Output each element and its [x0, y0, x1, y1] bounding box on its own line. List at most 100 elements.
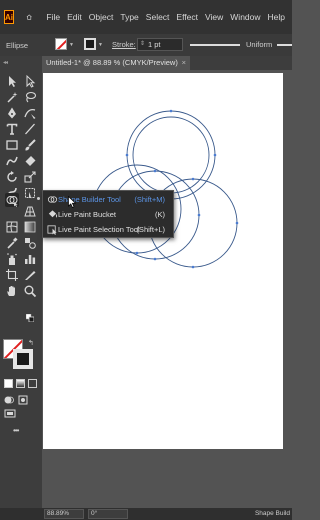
direct-selection-tool-icon[interactable] [23, 74, 37, 88]
perspective-grid-tool-icon[interactable] [23, 204, 37, 218]
live-paint-bucket-icon [48, 210, 58, 218]
flyout-item-label: Live Paint Bucket [58, 210, 116, 219]
none-mode-icon[interactable] [28, 379, 37, 388]
anchor-point [135, 251, 139, 255]
chevron-down-icon[interactable]: ▼ [98, 42, 103, 48]
current-tool-status: Shape Build [254, 510, 290, 517]
menu-view[interactable]: View [205, 12, 223, 22]
lasso-tool-icon[interactable] [23, 90, 37, 104]
slice-tool-icon[interactable] [23, 268, 37, 282]
hand-tool-icon[interactable] [5, 284, 19, 298]
blend-tool-icon[interactable] [23, 236, 37, 250]
menu-object[interactable]: Object [89, 12, 114, 22]
draw-inside-icon[interactable] [18, 395, 28, 405]
free-transform-tool-icon[interactable] [23, 186, 37, 200]
gradient-mode-icon[interactable] [16, 379, 25, 388]
document-tab-strip: Untitled-1* @ 88.89 % (CMYK/Preview) × [42, 56, 292, 70]
draw-normal-icon[interactable] [4, 395, 14, 405]
flyout-item-shortcut: (K) [155, 210, 165, 219]
rotate-tool-icon[interactable] [5, 170, 19, 184]
anchor-point [197, 213, 201, 217]
zoom-tool-icon[interactable] [23, 284, 37, 298]
stroke-weight-field[interactable]: ⇕ 1 pt [137, 38, 183, 51]
rotate-view-field[interactable]: 0° [88, 509, 128, 519]
anchor-point [125, 153, 129, 157]
chevron-down-icon[interactable]: ▼ [69, 42, 74, 48]
screen-mode-icon[interactable] [4, 409, 16, 419]
menu-type[interactable]: Type [120, 12, 138, 22]
selection-type-label: Ellipse [6, 41, 29, 50]
menu-edit[interactable]: Edit [67, 12, 82, 22]
circle-shape [126, 110, 216, 200]
eraser-tool-icon[interactable] [23, 154, 37, 168]
scale-tool-icon[interactable] [23, 170, 37, 184]
fill-swatch[interactable] [55, 38, 67, 50]
more-tools-icon[interactable]: ••• [13, 426, 19, 435]
curvature-tool-icon[interactable] [23, 106, 37, 120]
default-fill-stroke-icon[interactable] [26, 314, 34, 322]
document-tab-title: Untitled-1* @ 88.89 % (CMYK/Preview) [46, 58, 178, 67]
flyout-item-label: Live Paint Selection Tool [58, 225, 140, 234]
document-tab[interactable]: Untitled-1* @ 88.89 % (CMYK/Preview) × [42, 56, 190, 70]
anchor-point [169, 109, 173, 113]
symbol-sprayer-tool-icon[interactable] [5, 252, 19, 266]
control-bar: Ellipse ▼ ▼ Stroke: ⇕ 1 pt Uniform [0, 34, 292, 57]
anchor-point [191, 265, 195, 269]
brush-definition-preview[interactable] [277, 44, 292, 46]
menu-help[interactable]: Help [268, 12, 285, 22]
close-icon[interactable]: × [182, 56, 186, 70]
anchor-point [235, 221, 239, 225]
menu-select[interactable]: Select [146, 12, 170, 22]
menu-effect[interactable]: Effect [176, 12, 198, 22]
zoom-level-field[interactable]: 88.89% [44, 509, 84, 519]
flyout-item-live-paint-selection[interactable]: Live Paint Selection Tool (Shift+L) [43, 222, 173, 237]
live-paint-selection-icon [47, 225, 57, 235]
variable-width-profile-preview[interactable] [190, 44, 240, 46]
column-graph-tool-icon[interactable] [23, 252, 37, 266]
artboard-tool-icon[interactable] [5, 268, 19, 282]
line-segment-tool-icon[interactable] [23, 122, 37, 136]
anchor-point [153, 257, 157, 261]
gradient-tool-icon[interactable] [23, 220, 37, 234]
status-bar: 88.89% 0° Shape Build [0, 508, 292, 520]
pen-tool-icon[interactable] [5, 106, 19, 120]
anchor-point [191, 177, 195, 181]
menu-window[interactable]: Window [230, 12, 260, 22]
zoom-level-value: 88.89% [47, 510, 70, 517]
stroke-weight-value: 1 pt [148, 40, 161, 49]
shaper-tool-icon[interactable] [5, 154, 19, 168]
type-tool-icon[interactable] [5, 122, 19, 136]
flyout-item-shortcut: (Shift+L) [136, 225, 165, 234]
menu-bar: Ai File Edit Object Type Select Effect V… [0, 0, 292, 34]
artboard[interactable] [43, 73, 283, 449]
shape-builder-tool-icon [47, 196, 58, 203]
eyedropper-tool-icon[interactable] [5, 236, 19, 250]
shape-builder-tool-icon[interactable] [5, 193, 19, 207]
anchor-point [213, 153, 217, 157]
tool-flyout-menu: Shape Builder Tool (Shift+M) Live Paint … [37, 190, 174, 238]
stroke-color-box[interactable] [13, 349, 33, 369]
stroke-profile-label[interactable]: Uniform [246, 40, 272, 49]
flyout-item-shape-builder[interactable]: Shape Builder Tool (Shift+M) [37, 192, 173, 207]
artwork[interactable] [43, 73, 283, 449]
flyout-item-shortcut: (Shift+M) [134, 195, 165, 204]
rectangle-tool-icon[interactable] [5, 138, 19, 152]
paintbrush-tool-icon[interactable] [23, 138, 37, 152]
color-mode-icon[interactable] [4, 379, 13, 388]
active-tool-bullet [37, 197, 40, 200]
menu-file[interactable]: File [46, 12, 60, 22]
home-icon[interactable] [26, 10, 32, 24]
flyout-item-live-paint-bucket[interactable]: Live Paint Bucket (K) [43, 207, 173, 222]
swap-fill-stroke-icon[interactable]: ↰ [28, 339, 38, 347]
collapse-panel-icon[interactable]: ◂◂ [3, 59, 8, 66]
anchor-point [153, 169, 157, 173]
selection-tool-icon[interactable] [5, 74, 19, 88]
mesh-tool-icon[interactable] [5, 220, 19, 234]
stroke-swatch[interactable] [84, 38, 96, 50]
document-canvas[interactable] [42, 70, 292, 508]
spinner-icon[interactable]: ⇕ [140, 39, 145, 50]
mouse-cursor-icon [68, 196, 76, 208]
rotate-view-value: 0° [91, 510, 98, 517]
magic-wand-tool-icon[interactable] [5, 90, 19, 104]
stroke-panel-link[interactable]: Stroke: [112, 40, 136, 49]
